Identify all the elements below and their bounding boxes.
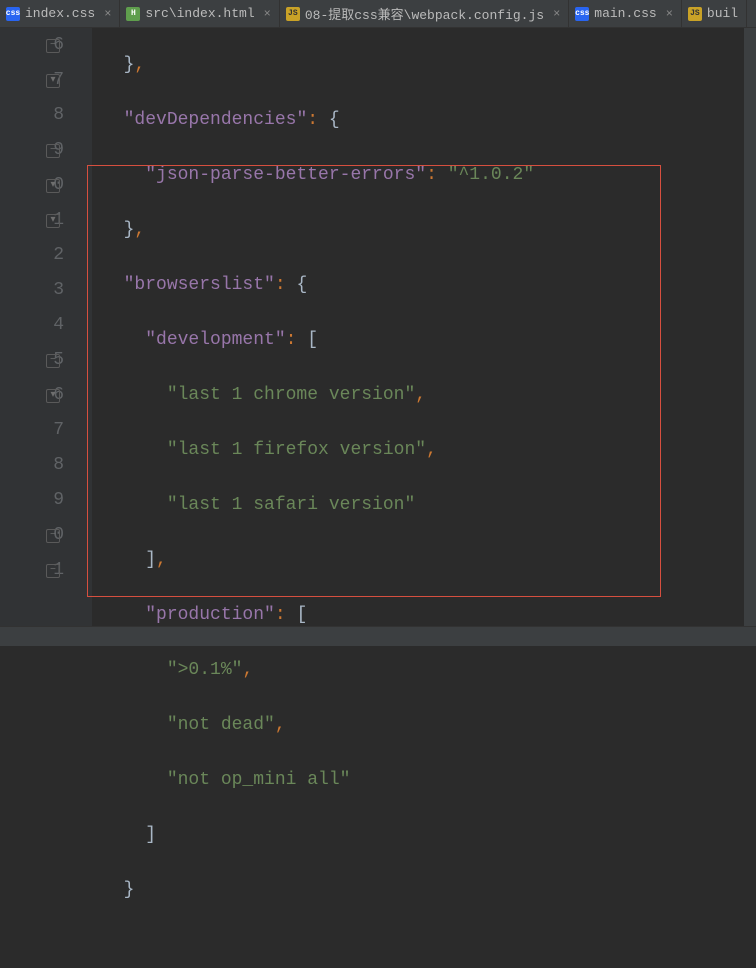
tab-label: index.css <box>25 6 95 21</box>
status-bar <box>0 626 756 646</box>
code-line: } <box>102 873 756 908</box>
code-editor[interactable]: 6− 7▾ 8 9− 0▾ 1▾ 2 3 4 5− 6▾ 7 8 9 0− 1−… <box>0 28 756 646</box>
code-line: "last 1 firefox version", <box>102 433 756 468</box>
code-line: "development": [ <box>102 323 756 358</box>
fold-open-icon[interactable]: ▾ <box>46 74 60 88</box>
js-file-icon: JS <box>286 7 300 21</box>
code-line: }, <box>102 48 756 83</box>
css-file-icon: css <box>6 7 20 21</box>
fold-open-icon[interactable]: ▾ <box>46 179 60 193</box>
code-line: "not op_mini all" <box>102 763 756 798</box>
fold-close-icon[interactable]: − <box>46 354 60 368</box>
fold-close-icon[interactable]: − <box>46 529 60 543</box>
line-number: 0▾ <box>0 168 64 203</box>
tab-build[interactable]: JS buil <box>682 0 747 27</box>
vertical-scrollbar[interactable] <box>744 28 756 626</box>
js-file-icon: JS <box>688 7 702 21</box>
close-icon[interactable]: × <box>264 7 271 21</box>
close-icon[interactable]: × <box>553 7 560 21</box>
fold-open-icon[interactable]: ▾ <box>46 389 60 403</box>
line-number: 4 <box>0 308 64 343</box>
close-icon[interactable]: × <box>666 7 673 21</box>
tab-bar: css index.css × H src\index.html × JS 08… <box>0 0 756 28</box>
code-line: }, <box>102 213 756 248</box>
code-line: "last 1 chrome version", <box>102 378 756 413</box>
line-number: 5− <box>0 343 64 378</box>
line-number: 9 <box>0 483 64 518</box>
code-area[interactable]: }, "devDependencies": { "json-parse-bett… <box>92 28 756 646</box>
line-number: 6▾ <box>0 378 64 413</box>
fold-close-icon[interactable]: − <box>46 144 60 158</box>
line-number: 3 <box>0 273 64 308</box>
tab-label: buil <box>707 6 738 21</box>
code-line: ">0.1%", <box>102 653 756 688</box>
fold-close-icon[interactable]: − <box>46 39 60 53</box>
line-number: 1− <box>0 553 64 588</box>
close-icon[interactable]: × <box>104 7 111 21</box>
code-line: "json-parse-better-errors": "^1.0.2" <box>102 158 756 193</box>
line-number: 8 <box>0 448 64 483</box>
tab-label: src\index.html <box>145 6 254 21</box>
line-number: 7▾ <box>0 63 64 98</box>
html-file-icon: H <box>126 7 140 21</box>
fold-close-icon[interactable]: − <box>46 564 60 578</box>
line-number: 6− <box>0 28 64 63</box>
tab-index-css[interactable]: css index.css × <box>0 0 120 27</box>
line-number: 9− <box>0 133 64 168</box>
line-number: 8 <box>0 98 64 133</box>
tab-label: 08-提取css兼容\webpack.config.js <box>305 4 544 23</box>
tab-webpack-config[interactable]: JS 08-提取css兼容\webpack.config.js × <box>280 0 569 27</box>
tab-src-index-html[interactable]: H src\index.html × <box>120 0 279 27</box>
tab-label: main.css <box>594 6 656 21</box>
line-number: 1▾ <box>0 203 64 238</box>
code-line: "not dead", <box>102 708 756 743</box>
code-line: "last 1 safari version" <box>102 488 756 523</box>
line-number-gutter: 6− 7▾ 8 9− 0▾ 1▾ 2 3 4 5− 6▾ 7 8 9 0− 1− <box>0 28 92 646</box>
tab-main-css[interactable]: css main.css × <box>569 0 682 27</box>
fold-open-icon[interactable]: ▾ <box>46 214 60 228</box>
code-line: "browserslist": { <box>102 268 756 303</box>
css-file-icon: css <box>575 7 589 21</box>
line-number: 0− <box>0 518 64 553</box>
line-number: 7 <box>0 413 64 448</box>
code-line: ] <box>102 818 756 853</box>
code-line: ], <box>102 543 756 578</box>
line-number: 2 <box>0 238 64 273</box>
code-line: "devDependencies": { <box>102 103 756 138</box>
